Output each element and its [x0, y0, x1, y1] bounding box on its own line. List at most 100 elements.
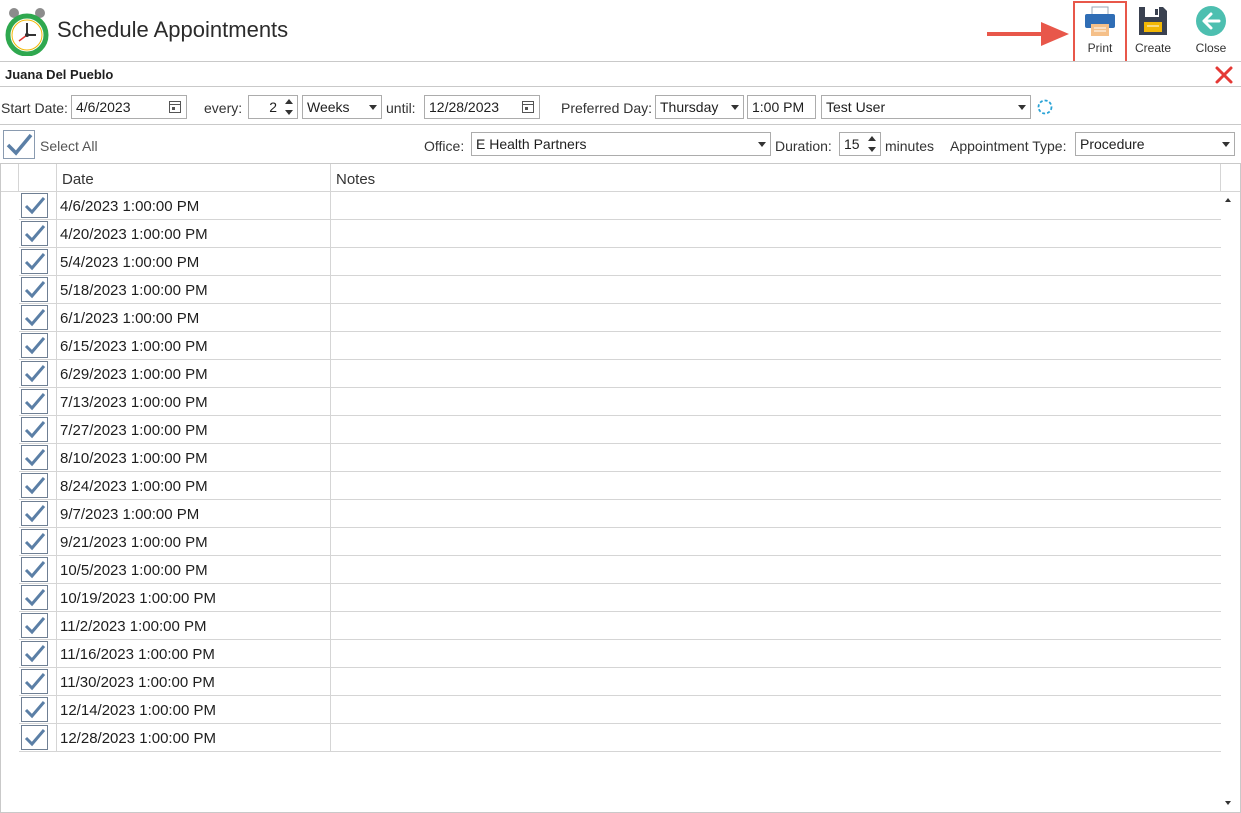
date-cell[interactable]: 8/24/2023 1:00:00 PM: [57, 472, 331, 500]
row-indicator[interactable]: [1, 696, 19, 724]
date-cell[interactable]: 7/13/2023 1:00:00 PM: [57, 388, 331, 416]
row-checkbox[interactable]: [21, 669, 48, 694]
row-checkbox[interactable]: [21, 641, 48, 666]
row-checkbox[interactable]: [21, 277, 48, 302]
notes-cell[interactable]: [331, 332, 1221, 360]
row-checkbox[interactable]: [21, 725, 48, 750]
row-checkbox[interactable]: [21, 557, 48, 582]
table-row[interactable]: 12/14/2023 1:00:00 PM: [1, 696, 1221, 724]
notes-cell[interactable]: [331, 388, 1221, 416]
calendar-icon[interactable]: [169, 101, 181, 113]
table-row[interactable]: 11/16/2023 1:00:00 PM: [1, 640, 1221, 668]
row-indicator[interactable]: [1, 528, 19, 556]
duration-stepper[interactable]: 15: [839, 132, 881, 156]
table-row[interactable]: 9/7/2023 1:00:00 PM: [1, 500, 1221, 528]
row-checkbox[interactable]: [21, 473, 48, 498]
table-row[interactable]: 11/2/2023 1:00:00 PM: [1, 612, 1221, 640]
table-row[interactable]: 4/20/2023 1:00:00 PM: [1, 220, 1221, 248]
notes-cell[interactable]: [331, 444, 1221, 472]
date-cell[interactable]: 11/16/2023 1:00:00 PM: [57, 640, 331, 668]
row-indicator[interactable]: [1, 500, 19, 528]
row-checkbox[interactable]: [21, 333, 48, 358]
table-row[interactable]: 10/5/2023 1:00:00 PM: [1, 556, 1221, 584]
preferred-day-select[interactable]: Thursday: [655, 95, 744, 119]
row-indicator[interactable]: [1, 220, 19, 248]
date-cell[interactable]: 4/6/2023 1:00:00 PM: [57, 192, 331, 220]
table-row[interactable]: 11/30/2023 1:00:00 PM: [1, 668, 1221, 696]
row-indicator[interactable]: [1, 192, 19, 220]
notes-cell[interactable]: [331, 556, 1221, 584]
refresh-icon[interactable]: [1036, 98, 1054, 116]
table-row[interactable]: 9/21/2023 1:00:00 PM: [1, 528, 1221, 556]
notes-cell[interactable]: [331, 472, 1221, 500]
row-checkbox[interactable]: [21, 249, 48, 274]
row-checkbox[interactable]: [21, 697, 48, 722]
interval-unit-select[interactable]: Weeks: [302, 95, 382, 119]
row-checkbox[interactable]: [21, 501, 48, 526]
date-cell[interactable]: 7/27/2023 1:00:00 PM: [57, 416, 331, 444]
office-select[interactable]: E Health Partners: [471, 132, 771, 156]
scroll-down-icon[interactable]: [1225, 801, 1231, 805]
row-indicator[interactable]: [1, 724, 19, 752]
notes-cell[interactable]: [331, 220, 1221, 248]
row-indicator[interactable]: [1, 640, 19, 668]
row-indicator[interactable]: [1, 304, 19, 332]
table-row[interactable]: 7/27/2023 1:00:00 PM: [1, 416, 1221, 444]
notes-cell[interactable]: [331, 416, 1221, 444]
table-row[interactable]: 10/19/2023 1:00:00 PM: [1, 584, 1221, 612]
user-select[interactable]: Test User: [821, 95, 1031, 119]
row-checkbox[interactable]: [21, 361, 48, 386]
table-row[interactable]: 6/15/2023 1:00:00 PM: [1, 332, 1221, 360]
date-cell[interactable]: 12/14/2023 1:00:00 PM: [57, 696, 331, 724]
row-checkbox[interactable]: [21, 529, 48, 554]
row-checkbox[interactable]: [21, 417, 48, 442]
notes-cell[interactable]: [331, 724, 1221, 752]
notes-column-header[interactable]: Notes: [331, 164, 1221, 192]
date-cell[interactable]: 6/15/2023 1:00:00 PM: [57, 332, 331, 360]
until-date-picker[interactable]: 12/28/2023: [424, 95, 540, 119]
table-row[interactable]: 8/10/2023 1:00:00 PM: [1, 444, 1221, 472]
row-indicator[interactable]: [1, 612, 19, 640]
notes-cell[interactable]: [331, 304, 1221, 332]
row-indicator[interactable]: [1, 388, 19, 416]
notes-cell[interactable]: [331, 528, 1221, 556]
date-cell[interactable]: 6/29/2023 1:00:00 PM: [57, 360, 331, 388]
row-indicator[interactable]: [1, 276, 19, 304]
table-row[interactable]: 7/13/2023 1:00:00 PM: [1, 388, 1221, 416]
row-indicator[interactable]: [1, 248, 19, 276]
time-input[interactable]: 1:00 PM: [747, 95, 816, 119]
row-checkbox[interactable]: [21, 445, 48, 470]
scroll-up-icon[interactable]: [1225, 198, 1231, 202]
notes-cell[interactable]: [331, 248, 1221, 276]
row-indicator[interactable]: [1, 360, 19, 388]
date-cell[interactable]: 4/20/2023 1:00:00 PM: [57, 220, 331, 248]
date-cell[interactable]: 5/18/2023 1:00:00 PM: [57, 276, 331, 304]
notes-cell[interactable]: [331, 584, 1221, 612]
date-cell[interactable]: 11/2/2023 1:00:00 PM: [57, 612, 331, 640]
row-indicator[interactable]: [1, 472, 19, 500]
date-cell[interactable]: 5/4/2023 1:00:00 PM: [57, 248, 331, 276]
every-spin-buttons[interactable]: [285, 99, 294, 115]
row-indicator[interactable]: [1, 332, 19, 360]
table-row[interactable]: 5/4/2023 1:00:00 PM: [1, 248, 1221, 276]
notes-cell[interactable]: [331, 360, 1221, 388]
row-checkbox[interactable]: [21, 389, 48, 414]
table-row[interactable]: 5/18/2023 1:00:00 PM: [1, 276, 1221, 304]
date-cell[interactable]: 9/7/2023 1:00:00 PM: [57, 500, 331, 528]
row-indicator[interactable]: [1, 668, 19, 696]
row-checkbox[interactable]: [21, 193, 48, 218]
date-cell[interactable]: 10/5/2023 1:00:00 PM: [57, 556, 331, 584]
table-row[interactable]: 4/6/2023 1:00:00 PM: [1, 192, 1221, 220]
notes-cell[interactable]: [331, 192, 1221, 220]
check-column-header[interactable]: [19, 164, 57, 192]
row-checkbox[interactable]: [21, 585, 48, 610]
row-checkbox[interactable]: [21, 613, 48, 638]
create-button[interactable]: Create: [1127, 2, 1179, 62]
notes-cell[interactable]: [331, 276, 1221, 304]
appointment-type-select[interactable]: Procedure: [1075, 132, 1235, 156]
table-row[interactable]: 12/28/2023 1:00:00 PM: [1, 724, 1221, 752]
row-indicator[interactable]: [1, 444, 19, 472]
table-row[interactable]: 6/29/2023 1:00:00 PM: [1, 360, 1221, 388]
date-cell[interactable]: 10/19/2023 1:00:00 PM: [57, 584, 331, 612]
clear-patient-icon[interactable]: [1214, 65, 1234, 85]
